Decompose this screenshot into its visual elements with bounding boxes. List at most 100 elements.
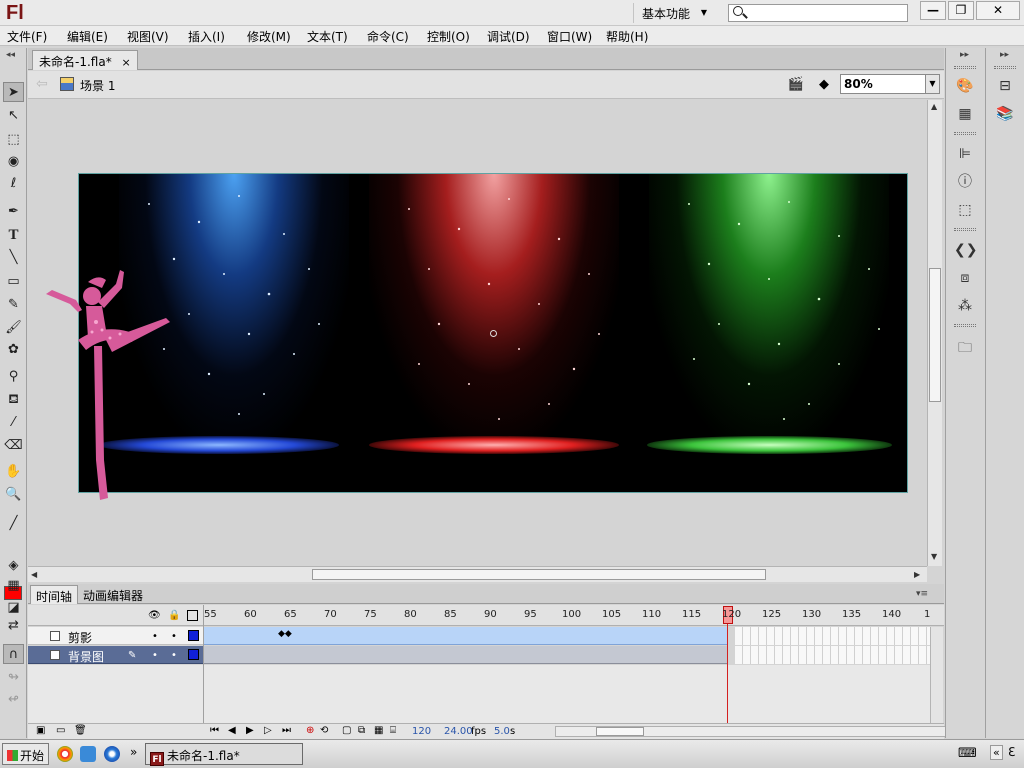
play-icon[interactable]: ▶ [246,725,254,736]
layer-name[interactable]: 剪影 [68,629,92,646]
menu-file[interactable]: 文件(F) [7,28,47,45]
straighten-icon[interactable]: ↫ [3,690,24,710]
layer-row-silhouette[interactable]: 剪影 • • [28,627,204,645]
help-search-input[interactable] [728,4,908,22]
center-frame-icon[interactable]: ⊕ [306,725,314,736]
scroll-up-icon[interactable]: ▲ [931,102,937,111]
tray-expand-icon[interactable]: « [990,745,1003,760]
onion-outline-icon[interactable]: ⧉ [358,725,365,736]
eyedropper-tool-icon[interactable]: ⁄ [3,413,24,433]
pencil-tool-icon[interactable]: ✎ [3,295,24,315]
visibility-dot-icon[interactable]: • [152,650,158,661]
timeline-divider[interactable] [203,605,204,723]
rectangle-tool-icon[interactable]: ▭ [3,272,24,292]
back-arrow-icon[interactable]: ⇦ [36,76,48,92]
deco-tool-icon[interactable]: ✿ [3,340,24,360]
app-icon[interactable] [80,746,96,762]
color-panel-icon[interactable]: 🎨 [954,76,976,96]
first-frame-icon[interactable]: ⏮ [210,725,219,736]
prev-frame-icon[interactable]: ◀ [228,725,236,736]
new-folder-icon[interactable]: ▭ [56,725,65,736]
stage-vertical-scrollbar[interactable]: ▲ ▼ [927,100,942,566]
layer-frames-silhouette[interactable]: ◆◆ [204,627,727,645]
next-frame-icon[interactable]: ▷ [264,725,272,736]
visibility-dot-icon[interactable]: • [152,631,158,642]
properties-panel-icon[interactable]: ⊟ [994,76,1016,96]
3d-rotation-tool-icon[interactable]: ◉ [3,152,24,172]
current-frame[interactable]: 120 [412,726,431,737]
ballerina-silhouette[interactable] [40,260,180,500]
project-panel-icon[interactable]: 🗀 [954,338,976,358]
layer-name[interactable]: 背景图 [68,648,104,665]
menu-help[interactable]: 帮助(H) [606,28,648,45]
loop-icon[interactable]: ⟲ [320,725,328,736]
horizontal-scroll-thumb[interactable] [312,569,766,580]
collapse-panel-icon[interactable]: ◂◂ [6,50,15,60]
lock-dot-icon[interactable]: • [171,631,177,642]
edit-multiple-icon[interactable]: ▦ [374,725,383,736]
start-button[interactable]: 开始 [2,743,49,765]
language-icon[interactable]: ℇ [1008,745,1015,759]
smooth-icon[interactable]: ↬ [3,668,24,688]
layer-color-swatch[interactable] [188,630,199,641]
delete-layer-icon[interactable]: 🗑 [74,725,87,736]
modify-markers-icon[interactable]: ⌸ [390,725,396,736]
swap-colors-icon[interactable]: ▦ [3,576,24,596]
edit-scene-icon[interactable]: 🎬 [786,76,806,94]
panel-menu-icon[interactable]: ▾≡ [916,589,928,599]
brush-tool-icon[interactable]: 🖌 [3,318,24,338]
stage-canvas[interactable] [78,173,908,493]
workspace-switcher[interactable]: 基本功能 ▼ [633,3,715,23]
motion-presets-icon[interactable]: ⁂ [954,296,976,316]
pen-tool-icon[interactable]: ✒ [3,202,24,222]
menu-modify[interactable]: 修改(M) [247,28,291,45]
swap-icon[interactable]: ⇄ [3,616,24,636]
onion-skin-icon[interactable]: ▢ [342,725,351,736]
panel-grip[interactable] [954,132,976,135]
outline-icon[interactable] [187,610,198,621]
scroll-left-icon[interactable]: ◀ [31,570,37,579]
align-panel-icon[interactable]: ⊫ [954,144,976,164]
selection-tool-icon[interactable]: ➤ [3,82,24,102]
layer-color-swatch[interactable] [188,649,199,660]
expand-panels-icon[interactable]: ▸▸ [960,50,969,60]
stroke-color-icon[interactable]: ╱ [3,514,24,534]
text-tool-icon[interactable]: T [3,225,24,245]
zoom-tool-icon[interactable]: 🔍 [3,485,24,505]
keyboard-icon[interactable]: ⌨ [958,746,977,761]
chevron-down-icon[interactable]: ▼ [925,75,939,93]
stage-horizontal-scrollbar[interactable]: ◀ ▶ [28,566,927,582]
lock-icon[interactable]: 🔒 [168,610,180,621]
menu-control[interactable]: 控制(O) [427,28,470,45]
vertical-scroll-thumb[interactable] [929,268,941,402]
panel-grip[interactable] [954,324,976,327]
empty-frames[interactable] [735,646,930,664]
panel-grip[interactable] [954,66,976,69]
quicklaunch-more-icon[interactable]: » [130,745,137,759]
scroll-right-icon[interactable]: ▶ [914,570,920,579]
line-tool-icon[interactable]: ╲ [3,248,24,268]
chrome-icon[interactable] [57,746,73,762]
document-tab[interactable]: 未命名-1.fla* × [32,50,138,70]
timeline-horizontal-scrollbar[interactable] [555,726,957,737]
subselection-tool-icon[interactable]: ↖ [3,106,24,126]
menu-view[interactable]: 视图(V) [127,28,169,45]
expand-panels-icon[interactable]: ▸▸ [1000,50,1009,60]
tab-timeline[interactable]: 时间轴 [30,585,79,604]
edit-symbols-icon[interactable]: ◆ [814,76,834,94]
lasso-tool-icon[interactable]: ℓ [3,174,24,194]
layer-frames-background[interactable] [204,646,727,664]
hand-tool-icon[interactable]: ✋ [3,462,24,482]
close-tab-icon[interactable]: × [122,56,131,69]
taskbar-flash-window[interactable]: Fl 未命名-1.fla* [145,743,303,766]
library-panel-icon[interactable]: 📚 [994,104,1016,124]
components-panel-icon[interactable]: ⧈ [954,268,976,288]
layer-row-background[interactable]: 背景图 ✎ • • [28,646,204,664]
scene-breadcrumb[interactable]: 场景 1 [80,77,115,94]
close-button[interactable]: ✕ [976,1,1020,20]
minimize-button[interactable]: — [920,1,946,20]
restore-button[interactable]: ❐ [948,1,974,20]
tab-motion-editor[interactable]: 动画编辑器 [78,585,148,604]
menu-debug[interactable]: 调试(D) [487,28,530,45]
zoom-select[interactable]: 80% ▼ [840,74,940,94]
